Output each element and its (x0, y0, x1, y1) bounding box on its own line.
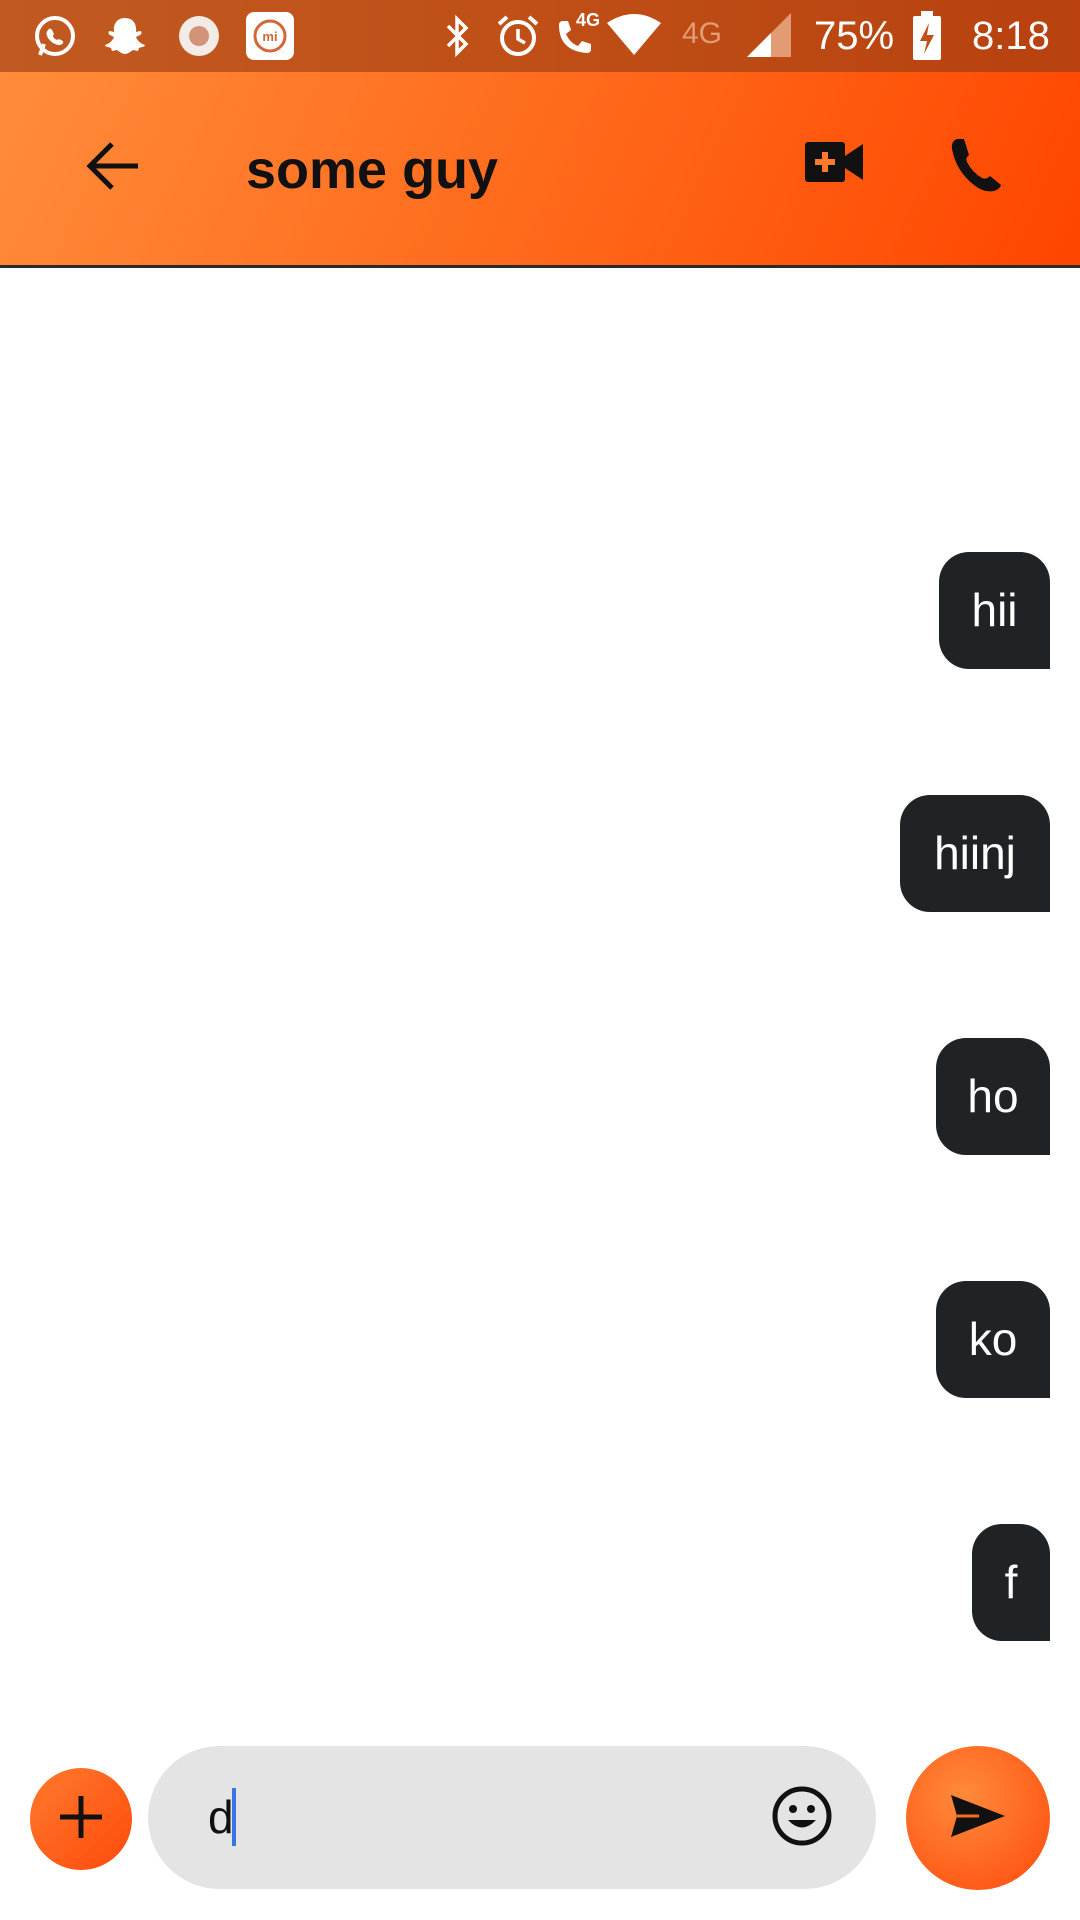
message-input-container[interactable]: d (148, 1746, 876, 1889)
emoji-icon (771, 1785, 833, 1852)
svg-text:mi: mi (262, 29, 277, 44)
message-bubble[interactable]: ko (936, 1281, 1050, 1398)
record-icon (174, 12, 224, 60)
text-cursor (232, 1788, 236, 1846)
battery-percent: 75% (814, 14, 895, 58)
signal-icon (744, 12, 794, 60)
back-arrow-icon (86, 140, 142, 197)
message-bubble[interactable]: hiinj (900, 795, 1050, 912)
clock: 8:18 (972, 14, 1050, 58)
mi-icon: mi (244, 12, 296, 60)
status-bar: mi 4G 4G 75% 8:18 (0, 0, 1080, 72)
voice-call-button[interactable] (942, 130, 1014, 202)
send-icon (949, 1793, 1007, 1844)
snapchat-icon (100, 12, 150, 60)
emoji-button[interactable] (770, 1786, 834, 1850)
battery-charging-icon (910, 11, 944, 60)
add-icon (57, 1793, 105, 1846)
message-bubble[interactable]: f (972, 1524, 1050, 1641)
app-bar: some guy (0, 72, 1080, 268)
send-button[interactable] (906, 1746, 1050, 1890)
whatsapp-icon (30, 12, 80, 60)
network-type-small: 4G (576, 10, 601, 30)
network-type: 4G (682, 17, 723, 50)
video-call-icon (805, 141, 863, 187)
back-button[interactable] (78, 132, 150, 204)
video-call-button[interactable] (800, 130, 868, 198)
message-input[interactable]: d (208, 1746, 728, 1889)
phone-icon (949, 135, 1007, 198)
bluetooth-icon (440, 12, 476, 60)
add-attachment-button[interactable] (30, 1768, 132, 1870)
message-bubble[interactable]: hii (939, 552, 1050, 669)
chat-title: some guy (246, 140, 499, 200)
message-bubble[interactable]: ho (936, 1038, 1050, 1155)
wifi-icon (604, 12, 664, 60)
alarm-icon (494, 12, 542, 60)
